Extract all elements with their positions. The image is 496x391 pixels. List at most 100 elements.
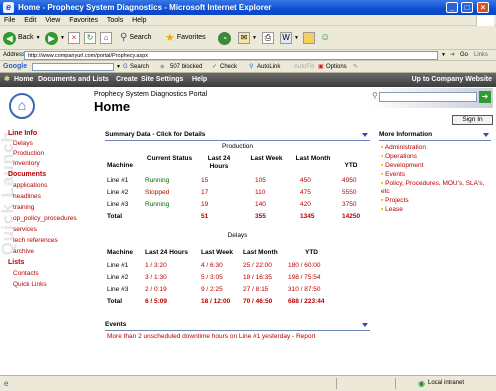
go-button[interactable]: Go [460,50,468,61]
delay-cell-ytd[interactable]: 198 / 75:54 [288,274,321,281]
google-search-button[interactable]: Search [130,61,149,73]
sidebar-item-quick-links[interactable]: Quick Links [13,281,47,288]
maximize-icon[interactable]: □ [461,2,473,13]
search-button[interactable]: ⚲ Search [120,31,152,45]
nav-documents[interactable]: Documents and Lists [38,73,109,87]
print-button[interactable]: ⎙ [262,31,274,45]
minimize-icon[interactable]: _ [446,2,458,13]
sidebar-item-applications[interactable]: applications [13,182,47,189]
home-button[interactable]: ⌂ [100,31,112,45]
delay-cell-month[interactable]: 27 / 8:15 [243,286,268,293]
forward-button[interactable]: ▶ ▼ [45,31,65,45]
sidebar-item-tech-references[interactable]: tech references [13,237,58,244]
delay-cell-month[interactable]: 25 / 22:00 [243,262,272,269]
nav-site-settings[interactable]: Site Settings [141,73,183,87]
delay-cell-month[interactable]: 18 / 16:35 [243,274,272,281]
delay-total-month[interactable]: 70 / 46:50 [243,298,272,305]
search-go-icon[interactable]: ➜ [479,91,491,103]
delay-cell-week[interactable]: 5 / 3:05 [201,274,223,281]
prod-total-month[interactable]: 1345 [300,213,314,220]
prod-total-24h[interactable]: 51 [201,213,208,220]
prod-cell-24h[interactable]: 15 [201,177,208,184]
prod-total-week[interactable]: 355 [255,213,266,220]
menu-help[interactable]: Help [132,17,146,24]
pencil-icon[interactable]: ✎ [353,61,358,73]
delay-total-24h[interactable]: 6 / 5:09 [145,298,167,305]
summary-heading[interactable]: Summary Data - Click for Details [105,130,370,141]
chevron-down-icon[interactable] [483,133,489,137]
list-item[interactable]: ▪ Policy, Procedures, MOU's, SLA's, etc [381,180,487,196]
delay-cell-week[interactable]: 4 / 6:30 [201,262,223,269]
delay-cell-24h[interactable]: 3 / 1:30 [145,274,167,281]
delay-cell-24h[interactable]: 2 / 0:19 [145,286,167,293]
options-button[interactable]: Options [326,61,347,73]
mail-button[interactable]: ✉ ▼ [238,31,257,45]
prod-cell-month[interactable]: 475 [300,189,311,196]
history-button[interactable]: ◔ [218,31,231,45]
edit-button[interactable]: W ▼ [280,31,299,45]
sign-in-button[interactable]: Sign In [452,115,493,125]
autofill-button[interactable]: AutoFill [294,61,314,73]
list-item[interactable]: ▪ Projects [381,197,409,204]
list-item[interactable]: ▪ Lease [381,206,403,213]
back-button[interactable]: ◀ Back ▼ [3,31,41,45]
close-icon[interactable]: × [477,2,489,13]
menu-tools[interactable]: Tools [107,17,123,24]
nav-create[interactable]: Create [116,73,138,87]
sidebar-heading-documents[interactable]: Documents [8,171,46,178]
discuss-button[interactable] [303,31,315,45]
menu-view[interactable]: View [45,17,60,24]
list-item[interactable]: ▪ Administration [381,144,426,151]
sidebar-item-inventory[interactable]: Inventory [13,160,40,167]
go-arrow-icon[interactable]: ➜ [450,50,455,61]
delay-total-week[interactable]: 18 / 12:00 [201,298,230,305]
prod-cell-24h[interactable]: 19 [201,201,208,208]
delay-cell-week[interactable]: 9 / 2:25 [201,286,223,293]
sidebar-item-services[interactable]: services [13,226,37,233]
chevron-down-icon[interactable] [362,133,368,137]
delay-cell-ytd[interactable]: 180 / 60:00 [288,262,321,269]
prod-cell-24h[interactable]: 17 [201,189,208,196]
popup-blocker-button[interactable]: 507 blocked [170,61,202,73]
favorites-button[interactable]: ★ Favorites [165,31,206,45]
prod-cell-week[interactable]: 105 [255,177,266,184]
nav-company-website[interactable]: Up to Company Website [412,73,492,87]
prod-cell-ytd[interactable]: 4950 [342,177,356,184]
sidebar-item-headlines[interactable]: headlines [13,193,41,200]
chevron-down-icon[interactable]: ▼ [116,61,121,73]
menu-favorites[interactable]: Favorites [69,17,98,24]
nav-home[interactable]: Home [14,73,33,87]
delay-total-ytd[interactable]: 688 / 223:44 [288,298,325,305]
chevron-down-icon[interactable] [362,323,368,327]
spell-check-button[interactable]: Check [220,61,237,73]
page-info-icon[interactable]: ◈ [160,61,165,73]
prod-cell-month[interactable]: 450 [300,177,311,184]
google-search-input[interactable] [32,63,114,71]
menu-file[interactable]: File [4,17,15,24]
prod-cell-month[interactable]: 420 [300,201,311,208]
sidebar-item-contacts[interactable]: Contacts [13,270,39,277]
messenger-button[interactable]: ☺ [320,31,330,45]
address-input[interactable]: http://www.companyurl.com/portal/Prophec… [24,51,438,60]
site-search-input[interactable] [379,92,477,102]
delay-cell-ytd[interactable]: 310 / 87:50 [288,286,321,293]
event-item[interactable]: More than 2 unscheduled downtime hours o… [107,333,316,340]
sidebar-item-delays[interactable]: Delays [13,140,33,147]
menu-edit[interactable]: Edit [24,17,36,24]
prod-cell-ytd[interactable]: 3750 [342,201,356,208]
sidebar-heading-line-info[interactable]: Line Info [8,130,37,137]
sidebar-item-archive[interactable]: archive [13,248,34,255]
prod-cell-week[interactable]: 110 [255,189,265,196]
google-logo[interactable]: Google [3,61,27,73]
prod-total-ytd[interactable]: 14250 [342,213,360,220]
events-heading[interactable]: Events [105,320,370,331]
sidebar-heading-lists[interactable]: Lists [8,259,24,266]
prod-cell-week[interactable]: 140 [255,201,266,208]
prod-cell-ytd[interactable]: 5550 [342,189,356,196]
autolink-button[interactable]: AutoLink [257,61,280,73]
sidebar-item-production[interactable]: Production [13,150,44,157]
sidebar-item-training[interactable]: training [13,204,34,211]
more-info-heading[interactable]: More Information [379,130,491,141]
refresh-button[interactable]: ↻ [84,31,96,45]
stop-button[interactable]: × [68,31,80,45]
